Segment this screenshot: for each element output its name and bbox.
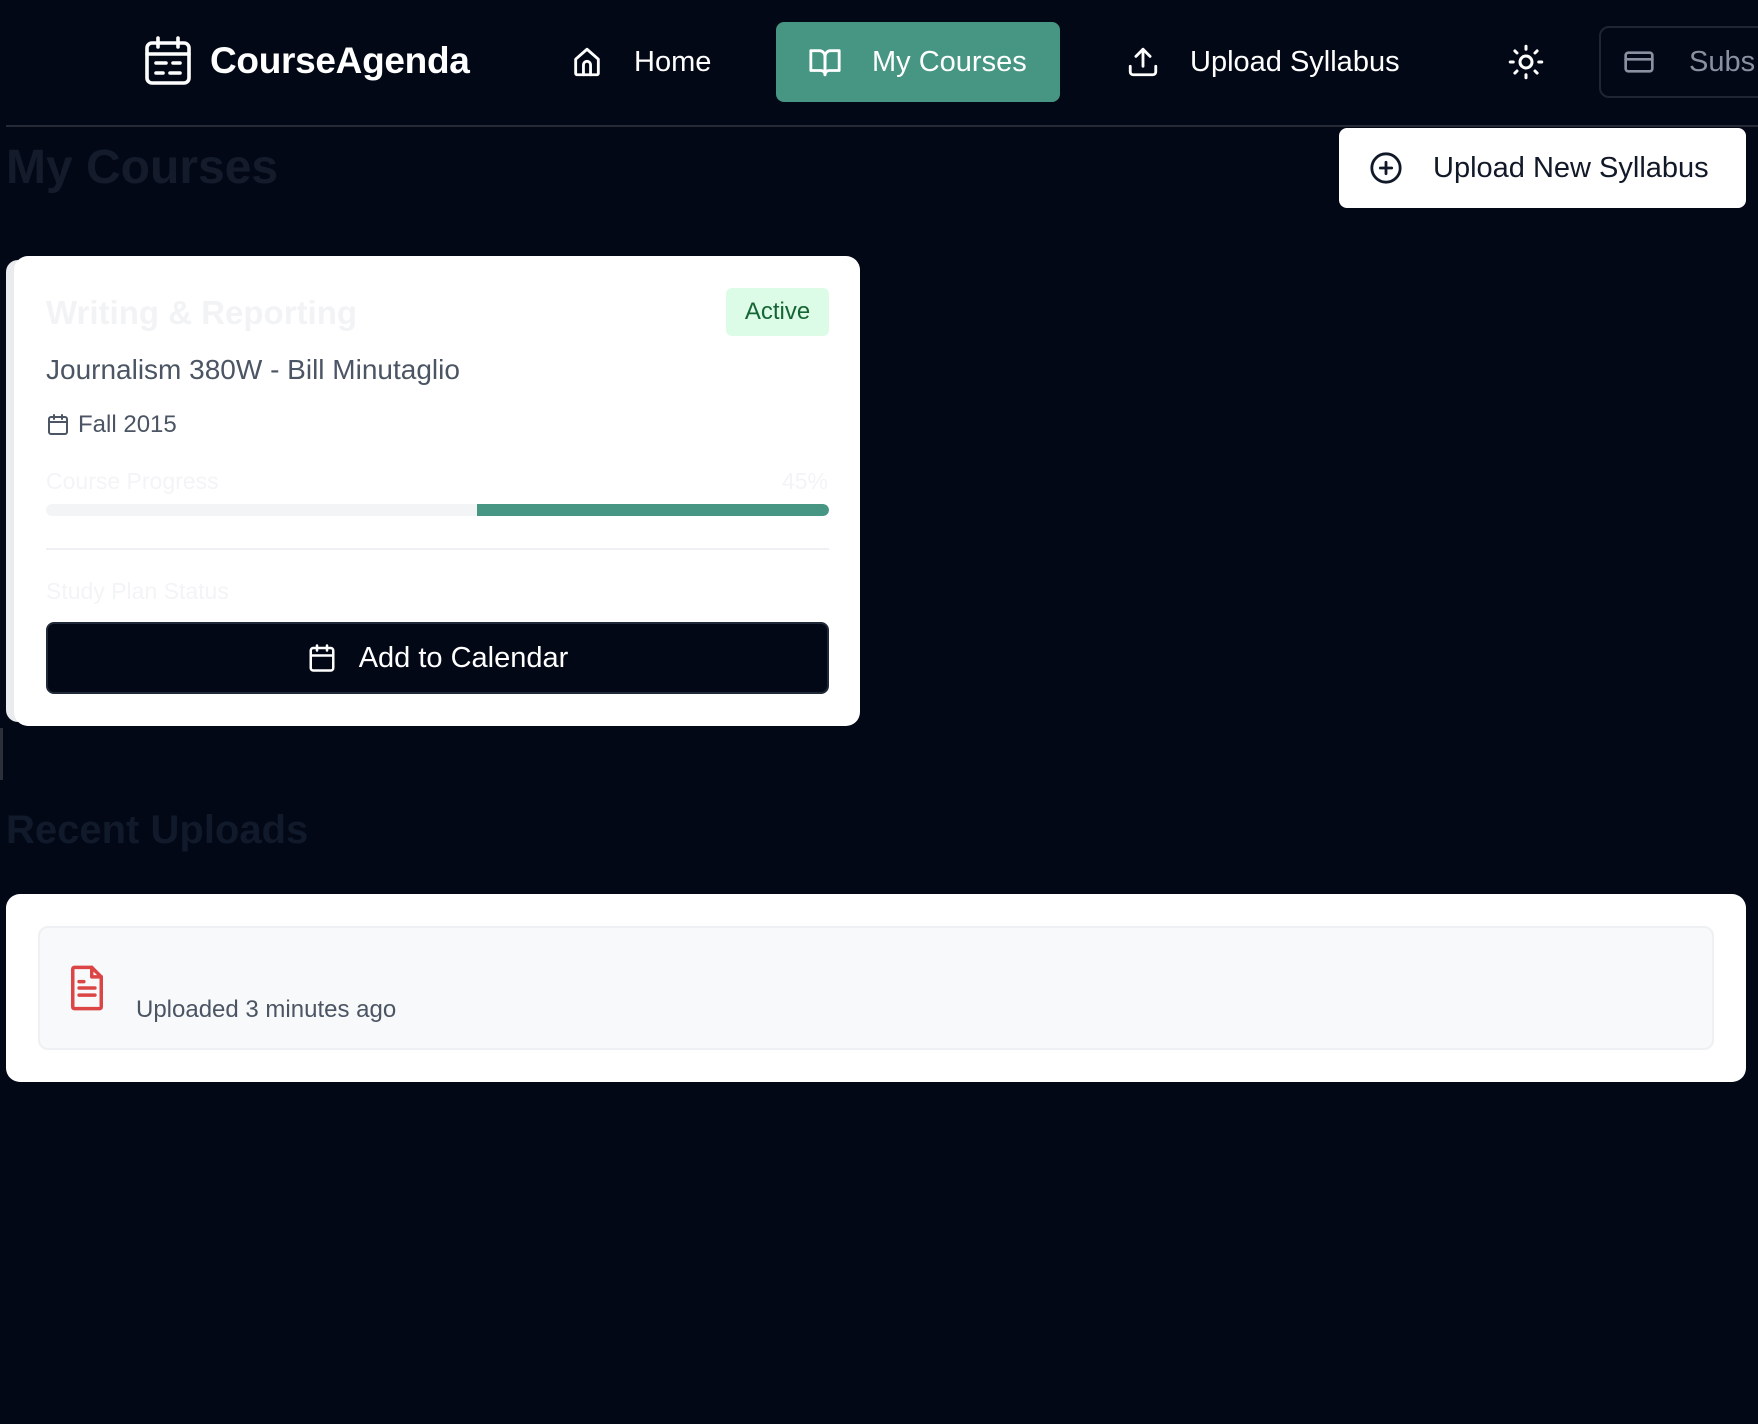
add-to-calendar-button[interactable]: Add to Calendar: [46, 622, 829, 694]
progress-bar: [46, 504, 829, 516]
app-name: CourseAgenda: [210, 40, 470, 81]
plus-circle-icon: [1370, 152, 1402, 184]
subscription-label: Subs: [1689, 45, 1756, 78]
nav-upload-syllabus[interactable]: Upload Syllabus: [1126, 22, 1400, 102]
recent-uploads-title: Recent Uploads: [6, 808, 309, 852]
course-subtitle: Journalism 380W - Bill Minutaglio: [46, 354, 460, 385]
calendar-logo-icon: [145, 36, 191, 85]
nav-my-courses-label: My Courses: [872, 45, 1027, 78]
subscription-button[interactable]: Subs: [1599, 26, 1758, 98]
sun-icon[interactable]: [1508, 44, 1544, 80]
upload-icon: [1128, 47, 1158, 77]
brand[interactable]: CourseAgenda: [144, 36, 470, 86]
course-term: Fall 2015: [46, 411, 177, 439]
scroll-edge: [0, 728, 3, 780]
nav-home[interactable]: Home: [570, 22, 711, 102]
page-title: My Courses: [6, 141, 279, 194]
upload-new-syllabus-label: Upload New Syllabus: [1433, 151, 1709, 184]
book-open-icon: [809, 49, 841, 77]
nav-home-label: Home: [634, 45, 712, 78]
progress-value: 45%: [781, 468, 828, 494]
nav-upload-syllabus-label: Upload Syllabus: [1190, 45, 1400, 78]
credit-card-icon: [1624, 51, 1654, 73]
card-divider: [46, 548, 829, 550]
study-plan-status-label: Study Plan Status: [46, 578, 229, 604]
add-to-calendar-label: Add to Calendar: [358, 641, 569, 674]
nav-my-courses[interactable]: My Courses: [776, 22, 1060, 102]
upload-list-item[interactable]: Uploaded 3 minutes ago: [38, 926, 1714, 1050]
upload-time: Uploaded 3 minutes ago: [136, 996, 397, 1023]
course-title: Writing & Reporting: [46, 294, 358, 331]
progress-label: Course Progress: [46, 468, 219, 494]
recent-uploads-panel: Uploaded 3 minutes ago: [6, 894, 1746, 1082]
progress-fill: [476, 504, 829, 516]
course-term-label: Fall 2015: [78, 411, 177, 438]
calendar-icon: [309, 644, 335, 672]
calendar-icon: [48, 414, 68, 435]
course-card[interactable]: Writing & Reporting Active Journalism 38…: [14, 256, 860, 726]
page: CourseAgenda Home My Courses Upload Syll…: [0, 0, 1758, 1424]
file-text-icon: [71, 965, 103, 1011]
upload-new-syllabus-button[interactable]: Upload New Syllabus: [1339, 128, 1746, 208]
status-badge: Active: [726, 288, 829, 336]
top-navbar: CourseAgenda Home My Courses Upload Syll…: [6, 0, 1758, 127]
home-icon: [574, 47, 600, 77]
